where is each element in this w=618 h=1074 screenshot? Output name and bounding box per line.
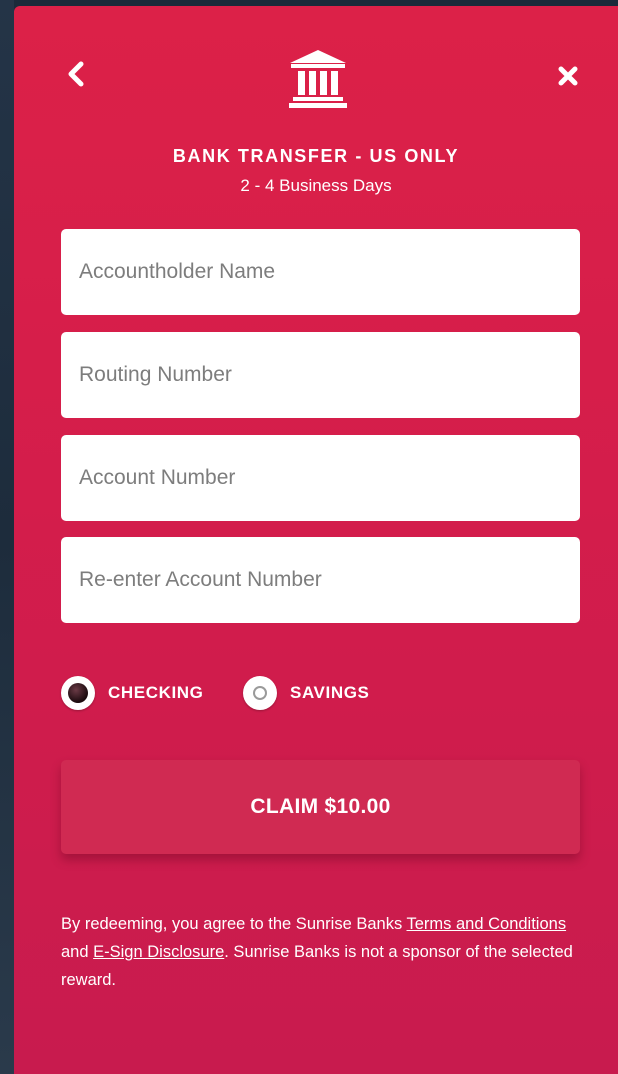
- e-sign-disclosure-link[interactable]: E-Sign Disclosure: [93, 943, 224, 961]
- account-number-input[interactable]: [61, 435, 580, 521]
- savings-label: SAVINGS: [290, 683, 370, 702]
- accountholder-name-input[interactable]: [61, 229, 580, 315]
- background-page-edge: [0, 0, 14, 1074]
- routing-number-input[interactable]: [61, 332, 580, 418]
- terms-and-conditions-link[interactable]: Terms and Conditions: [407, 915, 567, 933]
- reenter-account-number-input[interactable]: [61, 537, 580, 623]
- page-subtitle: 2 - 4 Business Days: [240, 176, 392, 195]
- claim-button[interactable]: CLAIM $10.00: [61, 760, 580, 854]
- page-title: BANK TRANSFER - US ONLY: [172, 146, 460, 166]
- checking-label: CHECKING: [108, 683, 204, 702]
- savings-radio-button[interactable]: [243, 676, 277, 710]
- disclaimer-text: By redeeming, you agree to the Sunrise B…: [61, 910, 586, 994]
- checking-radio-button[interactable]: [61, 676, 95, 710]
- radio-unselected-dot: [253, 686, 267, 700]
- chevron-left-icon: [68, 61, 84, 87]
- checking-radio-option[interactable]: CHECKING: [61, 676, 203, 710]
- close-x-icon: [558, 66, 578, 86]
- disclaimer-part-2: and: [61, 943, 94, 961]
- disclaimer-part-1: By redeeming, you agree to the Sunrise B…: [61, 915, 407, 933]
- bank-transfer-modal: BANK TRANSFER - US ONLY 2 - 4 Business D…: [14, 6, 618, 1074]
- savings-radio-option[interactable]: SAVINGS: [243, 676, 369, 710]
- back-button[interactable]: [58, 56, 94, 92]
- radio-selected-dot: [68, 683, 88, 703]
- close-button[interactable]: [550, 58, 586, 94]
- bank-building-icon: [289, 50, 347, 108]
